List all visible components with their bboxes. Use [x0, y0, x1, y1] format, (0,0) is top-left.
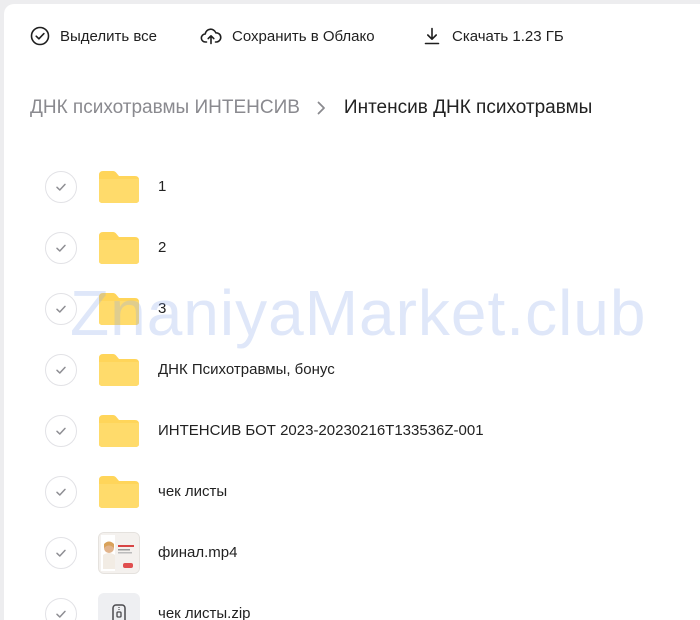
breadcrumb: ДНК психотравмы ИНТЕНСИВ Интенсив ДНК пс…	[30, 92, 592, 124]
folder-icon	[97, 409, 141, 453]
folder-row[interactable]: ИНТЕНСИВ БОТ 2023-20230216T133536Z-001	[4, 400, 700, 461]
save-to-cloud-label: Сохранить в Облако	[232, 27, 375, 45]
breadcrumb-parent-link[interactable]: ДНК психотравмы ИНТЕНСИВ	[30, 97, 300, 119]
folder-icon	[97, 287, 141, 331]
folder-row[interactable]: 1	[4, 156, 700, 217]
row-select-checkbox[interactable]	[45, 231, 77, 264]
check-icon	[54, 302, 68, 316]
folder-icon	[97, 470, 141, 514]
row-select-checkbox[interactable]	[45, 536, 77, 569]
file-name: ДНК Психотравмы, бонус	[158, 361, 335, 378]
download-label: Скачать 1.23 ГБ	[452, 27, 564, 45]
row-select-checkbox[interactable]	[45, 597, 77, 620]
folder-icon	[97, 226, 141, 270]
row-select-checkbox[interactable]	[45, 292, 77, 325]
row-select-checkbox[interactable]	[45, 170, 77, 203]
folder-row[interactable]: ДНК Психотравмы, бонус	[4, 339, 700, 400]
file-browser-panel: Выделить все Сохранить в Облако Скачать …	[4, 4, 700, 620]
check-icon	[54, 607, 68, 620]
row-select-checkbox[interactable]	[45, 414, 77, 447]
file-name: 2	[158, 239, 167, 256]
folder-icon	[97, 348, 141, 392]
check-circle-icon	[30, 26, 50, 46]
download-button[interactable]: Скачать 1.23 ГБ	[422, 22, 564, 50]
toolbar: Выделить все Сохранить в Облако Скачать …	[4, 4, 700, 68]
check-icon	[54, 424, 68, 438]
file-row[interactable]: финал.mp4	[4, 522, 700, 583]
save-to-cloud-button[interactable]: Сохранить в Облако	[200, 22, 375, 50]
cloud-upload-icon	[200, 26, 222, 46]
check-icon	[54, 363, 68, 377]
file-name: чек листы.zip	[158, 605, 251, 620]
download-icon	[422, 26, 442, 46]
breadcrumb-current: Интенсив ДНК психотравмы	[343, 97, 593, 118]
check-icon	[54, 485, 68, 499]
file-name: финал.mp4	[158, 544, 238, 561]
row-select-checkbox[interactable]	[45, 475, 77, 508]
file-name: 1	[158, 178, 167, 195]
row-select-checkbox[interactable]	[45, 353, 77, 386]
select-all-label: Выделить все	[60, 27, 158, 45]
zip-file-icon	[97, 592, 141, 620]
file-name: чек листы	[158, 483, 228, 500]
video-thumbnail	[97, 531, 141, 575]
check-icon	[54, 546, 68, 560]
folder-row[interactable]: 3	[4, 278, 700, 339]
folder-icon	[97, 165, 141, 209]
file-name: ИНТЕНСИВ БОТ 2023-20230216T133536Z-001	[158, 422, 484, 439]
file-name: 3	[158, 300, 167, 317]
folder-row[interactable]: чек листы	[4, 461, 700, 522]
check-icon	[54, 180, 68, 194]
select-all-button[interactable]: Выделить все	[30, 22, 157, 50]
file-row[interactable]: чек листы.zip	[4, 583, 700, 620]
check-icon	[54, 241, 68, 255]
folder-row[interactable]: 2	[4, 217, 700, 278]
chevron-right-icon	[316, 101, 326, 115]
